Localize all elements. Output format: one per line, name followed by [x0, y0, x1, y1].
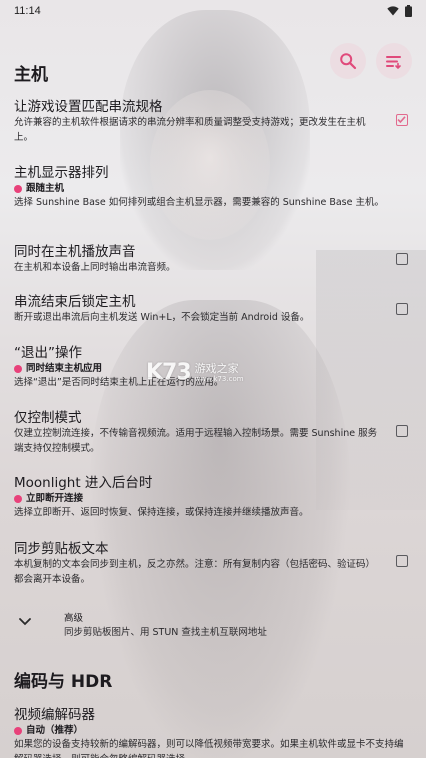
- status-time: 11:14: [14, 5, 41, 17]
- value-dot: [14, 495, 22, 503]
- setting-description: 如果您的设备支持较新的编解码器，则可以降低视频带宽要求。如果主机软件或显卡不支持…: [14, 739, 404, 758]
- setting-video-decoder[interactable]: 视频编解码器 自动（推荐） 如果您的设备支持较新的编解码器，则可以降低视频带宽要…: [14, 706, 412, 758]
- search-icon: [340, 53, 357, 70]
- setting-description: 本机复制的文本会同步到主机，反之亦然。注意：所有复制内容（包括密码、验证码）都会…: [14, 559, 376, 585]
- setting-title: 主机显示器排列: [14, 165, 109, 181]
- setting-value-text: 同时结束主机应用: [26, 363, 103, 374]
- setting-description: 选择立即断开、返回时恢复、保持连接，或保持连接并继续播放声音。: [14, 507, 309, 518]
- setting-match-stream-spec[interactable]: 让游戏设置匹配串流规格 允许兼容的主机软件根据请求的串流分辨率和质量调整受支持游…: [14, 98, 412, 145]
- chevron-down-icon: [19, 618, 31, 626]
- setting-control-only[interactable]: 仅控制模式 仅建立控制流连接，不传输音视频流。适用于远程输入控制场景。需要 Su…: [14, 409, 412, 456]
- setting-lock-host[interactable]: 串流结束后锁定主机 断开或退出串流后向主机发送 Win+L，不会锁定当前 And…: [14, 293, 412, 326]
- setting-play-audio-both[interactable]: 同时在主机播放声音 在主机和本设备上同时输出串流音频。: [14, 243, 412, 276]
- setting-title: 让游戏设置匹配串流规格: [14, 99, 163, 115]
- setting-description: 仅建立控制流连接，不传输音视频流。适用于远程输入控制场景。需要 Sunshine…: [14, 428, 378, 454]
- setting-value-text: 立即断开连接: [26, 493, 84, 504]
- setting-value: 自动（推荐）: [14, 724, 412, 738]
- setting-title: 同时在主机播放声音: [14, 244, 136, 260]
- setting-value-text: 跟随主机: [26, 183, 65, 194]
- setting-description: 允许兼容的主机软件根据请求的串流分辨率和质量调整受支持游戏；更改发生在主机上。: [14, 117, 366, 143]
- advanced-description: 同步剪贴板图片、用 STUN 查找主机互联网地址: [64, 627, 267, 638]
- section-title-encoding: 编码与 HDR: [14, 672, 113, 692]
- setting-background[interactable]: Moonlight 进入后台时 立即断开连接 选择立即断开、返回时恢复、保持连接…: [14, 474, 412, 521]
- watermark: K73 游戏之家 www.k73.com: [146, 360, 244, 385]
- setting-description: 选择 Sunshine Base 如何排列或组合主机显示器，需要兼容的 Suns…: [14, 197, 384, 208]
- value-dot: [14, 365, 22, 373]
- search-button[interactable]: [330, 43, 366, 79]
- setting-title: 同步剪贴板文本: [14, 541, 109, 557]
- watermark-cn: 游戏之家: [194, 361, 239, 375]
- setting-title: Moonlight 进入后台时: [14, 475, 153, 491]
- setting-title: 视频编解码器: [14, 707, 95, 723]
- setting-title: 仅控制模式: [14, 410, 82, 426]
- watermark-logo: K73: [146, 360, 192, 385]
- setting-clipboard-sync[interactable]: 同步剪贴板文本 本机复制的文本会同步到主机，反之亦然。注意：所有复制内容（包括密…: [14, 540, 412, 587]
- watermark-en: www.k73.com: [194, 374, 244, 383]
- setting-display-arrangement[interactable]: 主机显示器排列 跟随主机 选择 Sunshine Base 如何排列或组合主机显…: [14, 164, 412, 211]
- sort-list-icon: [386, 56, 401, 70]
- setting-value-text: 自动（推荐）: [26, 725, 84, 736]
- sort-button[interactable]: [376, 43, 412, 79]
- setting-title: 串流结束后锁定主机: [14, 294, 136, 310]
- status-icons: [387, 5, 412, 17]
- watermark-text: 游戏之家 www.k73.com: [194, 361, 244, 383]
- value-dot: [14, 727, 22, 735]
- control-only-checkbox[interactable]: [396, 425, 408, 437]
- value-dot: [14, 185, 22, 193]
- setting-value: 立即断开连接: [14, 492, 412, 506]
- clipboard-sync-checkbox[interactable]: [396, 555, 408, 567]
- section-title-host: 主机: [14, 65, 48, 85]
- checkmark-icon: [397, 116, 406, 124]
- advanced-expander[interactable]: 高级 同步剪贴板图片、用 STUN 查找主机互联网地址: [14, 606, 412, 640]
- setting-description: 断开或退出串流后向主机发送 Win+L，不会锁定当前 Android 设备。: [14, 312, 310, 323]
- play-audio-both-checkbox[interactable]: [396, 253, 408, 265]
- advanced-title: 高级: [64, 613, 84, 624]
- wifi-icon: [387, 6, 399, 16]
- setting-description: 在主机和本设备上同时输出串流音频。: [14, 262, 176, 273]
- match-stream-spec-checkbox[interactable]: [396, 114, 408, 126]
- battery-icon: [405, 5, 412, 17]
- status-bar: 11:14: [0, 0, 426, 22]
- lock-host-checkbox[interactable]: [396, 303, 408, 315]
- setting-value: 跟随主机: [14, 182, 412, 196]
